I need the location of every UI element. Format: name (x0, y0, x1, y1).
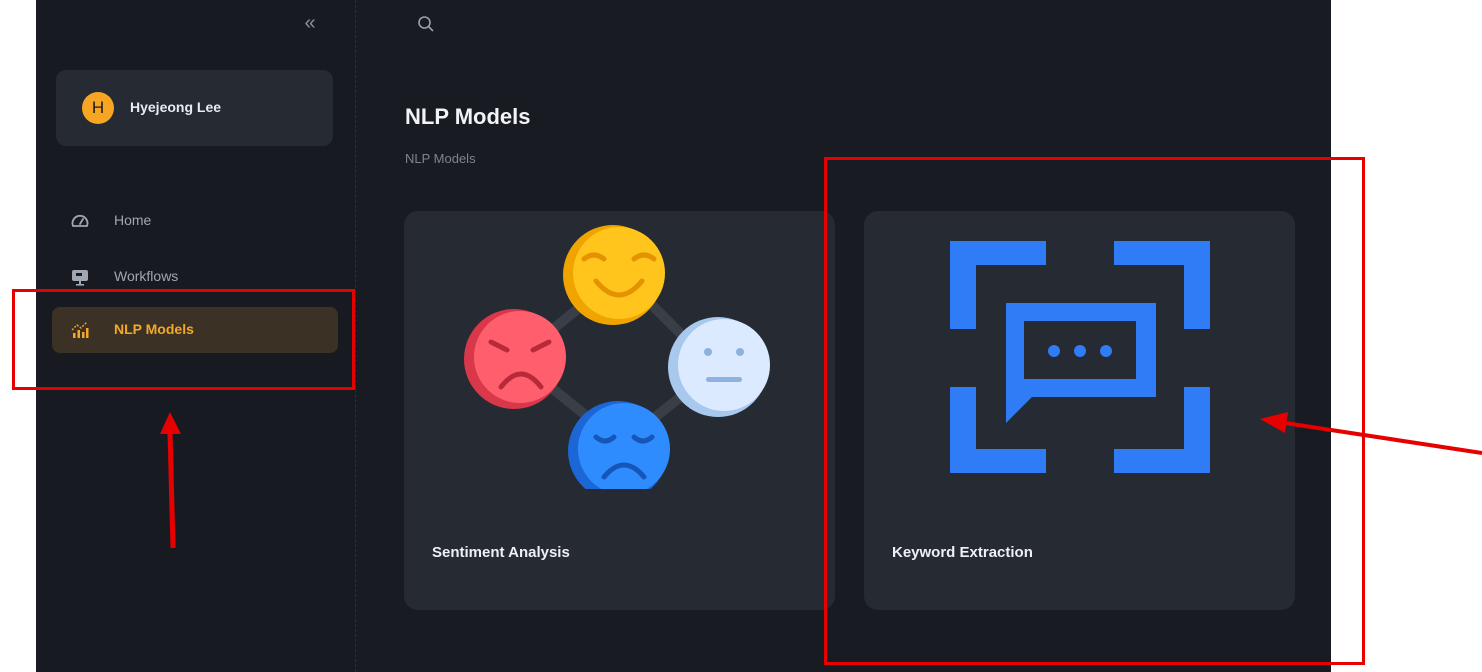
sidebar-item-nlp-models[interactable]: NLP Models (52, 307, 338, 353)
breadcrumb: NLP Models (405, 151, 476, 166)
monitor-icon (72, 270, 88, 286)
chat-scan-icon (950, 241, 1210, 473)
speedometer-icon (71, 214, 89, 227)
avatar: H (82, 92, 114, 124)
sidebar-item-label: NLP Models (114, 321, 194, 337)
sidebar: « H Hyejeong Lee Home Workflows NLP Mode… (36, 0, 356, 672)
card-title: Sentiment Analysis (432, 544, 570, 561)
sidebar-item-label: Home (114, 212, 152, 228)
bar-chart-icon (71, 321, 89, 338)
sidebar-item-home[interactable]: Home (52, 198, 338, 244)
app-window: « H Hyejeong Lee Home Workflows NLP Mode… (36, 0, 1331, 672)
keyword-extraction-card[interactable]: Keyword Extraction (864, 211, 1295, 610)
page-title: NLP Models (405, 104, 531, 129)
sidebar-item-label: Workflows (114, 268, 179, 284)
double-chevron-left-icon[interactable]: « (298, 12, 322, 36)
card-title: Keyword Extraction (892, 544, 1033, 561)
user-profile-card[interactable]: H Hyejeong Lee (56, 70, 333, 146)
sentiment-analysis-card[interactable]: Sentiment Analysis (404, 211, 835, 610)
sidebar-item-workflows[interactable]: Workflows (52, 254, 338, 300)
emotion-faces-icon (464, 225, 770, 489)
user-name: Hyejeong Lee (130, 99, 222, 115)
search-icon[interactable] (416, 14, 436, 34)
